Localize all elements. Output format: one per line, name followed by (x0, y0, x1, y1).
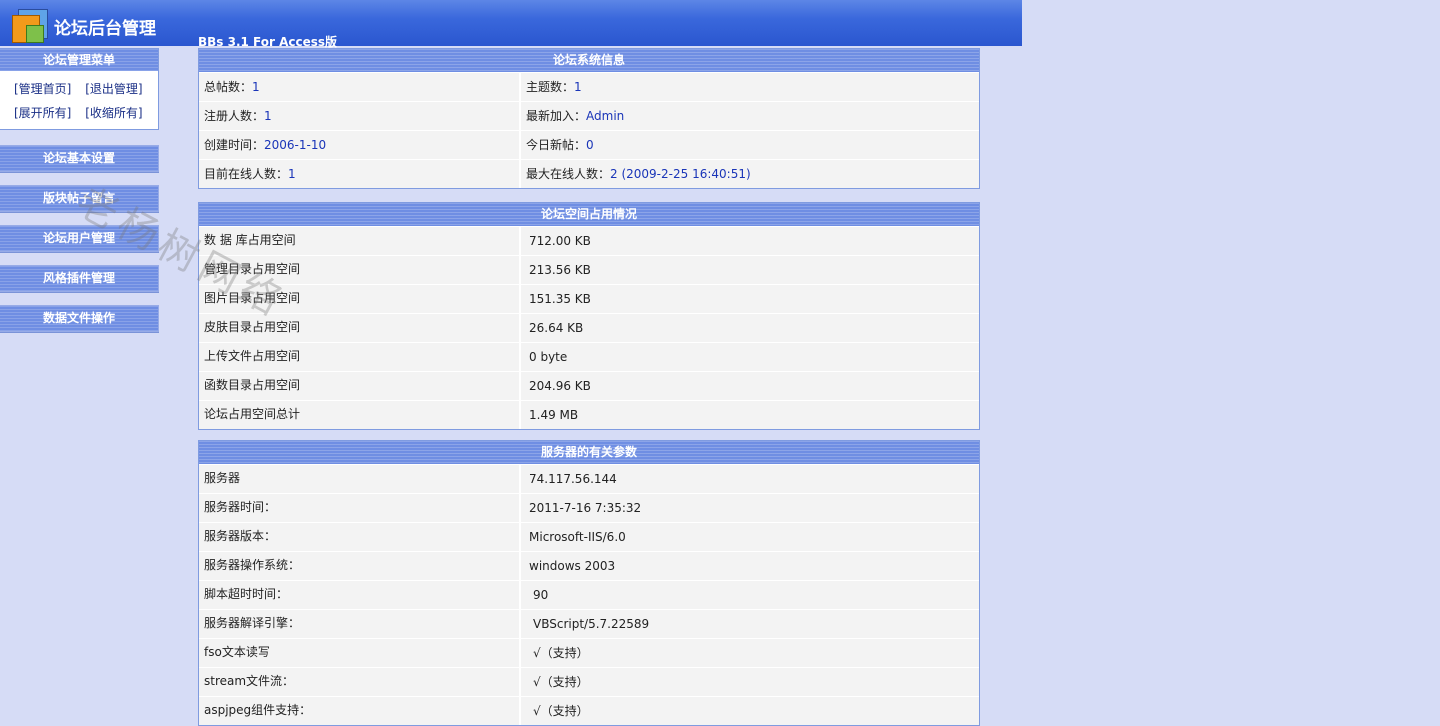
space-label: 数 据 库占用空间 (199, 227, 519, 255)
link-expand-all[interactable]: [展开所有] (14, 106, 71, 120)
table-row: 注册人数：1 最新加入：Admin (199, 101, 979, 130)
logo-icon (12, 9, 48, 43)
space-label: 管理目录占用空间 (199, 256, 519, 284)
space-usage-panel: 论坛空间占用情况 数 据 库占用空间 712.00 KB 管理目录占用空间 21… (198, 202, 980, 430)
info-label: 目前在线人数： (204, 167, 289, 181)
link-admin-home[interactable]: [管理首页] (14, 82, 71, 96)
info-value: 0 (586, 138, 594, 152)
info-label: 最新加入： (526, 109, 587, 123)
table-row: 管理目录占用空间 213.56 KB (199, 255, 979, 284)
top-banner: 论坛后台管理 BBs 3.1 For Access版 (0, 0, 1022, 49)
menu-title: 论坛管理菜单 (0, 49, 158, 71)
server-value: 2011-7-16 7:35:32 (521, 494, 979, 522)
server-label: 服务器 (199, 465, 519, 493)
server-params-panel: 服务器的有关参数 服务器 74.117.56.144 服务器时间： 2011-7… (198, 440, 980, 726)
table-row: 目前在线人数：1 最大在线人数：2 (2009-2-25 16:40:51) (199, 159, 979, 188)
logo-text: 论坛后台管理 (54, 19, 156, 39)
menu-section-user-management[interactable]: 论坛用户管理 (0, 225, 159, 252)
table-row: stream文件流： √（支持） (199, 667, 979, 696)
server-value: √（支持） (521, 668, 979, 696)
info-value: Admin (586, 109, 625, 123)
server-params-title: 服务器的有关参数 (199, 441, 979, 464)
server-value: √（支持） (521, 697, 979, 725)
menu-section-board-posts[interactable]: 版块帖子留言 (0, 185, 159, 212)
table-row: 皮肤目录占用空间 26.64 KB (199, 313, 979, 342)
info-value: 2 (2009-2-25 16:40:51) (610, 167, 751, 181)
space-usage-title: 论坛空间占用情况 (199, 203, 979, 226)
link-collapse-all[interactable]: [收缩所有] (85, 106, 142, 120)
menu-section-style-plugins[interactable]: 风格插件管理 (0, 265, 159, 292)
system-info-title: 论坛系统信息 (199, 49, 979, 72)
space-label: 函数目录占用空间 (199, 372, 519, 400)
space-value: 26.64 KB (521, 314, 979, 342)
table-row: 创建时间：2006-1-10 今日新帖：0 (199, 130, 979, 159)
info-label: 最大在线人数： (526, 167, 611, 181)
info-label: 总帖数： (204, 80, 253, 94)
info-value: 2006-1-10 (264, 138, 327, 152)
space-value: 0 byte (521, 343, 979, 371)
info-label: 主题数： (526, 80, 575, 94)
table-row: 服务器解译引擎： VBScript/5.7.22589 (199, 609, 979, 638)
server-value: Microsoft-IIS/6.0 (521, 523, 979, 551)
server-label: 脚本超时时间： (199, 581, 519, 609)
space-value: 213.56 KB (521, 256, 979, 284)
system-info-panel: 论坛系统信息 总帖数：1 主题数：1 注册人数：1 最新加入：Admin 创建时… (198, 48, 980, 189)
server-label: 服务器版本： (199, 523, 519, 551)
server-value: 74.117.56.144 (521, 465, 979, 493)
table-row: 服务器操作系统： windows 2003 (199, 551, 979, 580)
admin-menu-box: 论坛管理菜单 [管理首页] [退出管理] [展开所有] [收缩所有] (0, 48, 159, 130)
server-label: fso文本读写 (199, 639, 519, 667)
server-value: 90 (521, 581, 979, 609)
table-row: 上传文件占用空间 0 byte (199, 342, 979, 371)
table-row: 函数目录占用空间 204.96 KB (199, 371, 979, 400)
server-label: 服务器解译引擎： (199, 610, 519, 638)
table-row: 服务器 74.117.56.144 (199, 464, 979, 493)
server-label: 服务器操作系统： (199, 552, 519, 580)
server-label: stream文件流： (199, 668, 519, 696)
space-label: 皮肤目录占用空间 (199, 314, 519, 342)
info-label: 创建时间： (204, 138, 265, 152)
table-row: fso文本读写 √（支持） (199, 638, 979, 667)
space-label: 上传文件占用空间 (199, 343, 519, 371)
server-label: 服务器时间： (199, 494, 519, 522)
info-value: 1 (264, 109, 272, 123)
info-value: 1 (288, 167, 296, 181)
table-row: 脚本超时时间： 90 (199, 580, 979, 609)
info-value: 1 (252, 80, 260, 94)
space-value: 1.49 MB (521, 401, 979, 429)
space-value: 204.96 KB (521, 372, 979, 400)
table-row: 服务器时间： 2011-7-16 7:35:32 (199, 493, 979, 522)
menu-section-data-files[interactable]: 数据文件操作 (0, 305, 159, 332)
space-value: 151.35 KB (521, 285, 979, 313)
space-label: 论坛占用空间总计 (199, 401, 519, 429)
table-row: 图片目录占用空间 151.35 KB (199, 284, 979, 313)
server-label: aspjpeg组件支持： (199, 697, 519, 725)
info-label: 注册人数： (204, 109, 265, 123)
table-row: 服务器版本： Microsoft-IIS/6.0 (199, 522, 979, 551)
server-value: windows 2003 (521, 552, 979, 580)
space-label: 图片目录占用空间 (199, 285, 519, 313)
table-row: 总帖数：1 主题数：1 (199, 72, 979, 101)
table-row: 论坛占用空间总计 1.49 MB (199, 400, 979, 429)
server-value: √（支持） (521, 639, 979, 667)
menu-section-basic-settings[interactable]: 论坛基本设置 (0, 145, 159, 172)
table-row: 数 据 库占用空间 712.00 KB (199, 226, 979, 255)
space-value: 712.00 KB (521, 227, 979, 255)
info-value: 1 (574, 80, 582, 94)
info-label: 今日新帖： (526, 138, 587, 152)
table-row: aspjpeg组件支持： √（支持） (199, 696, 979, 725)
server-value: VBScript/5.7.22589 (521, 610, 979, 638)
link-logout[interactable]: [退出管理] (85, 82, 142, 96)
